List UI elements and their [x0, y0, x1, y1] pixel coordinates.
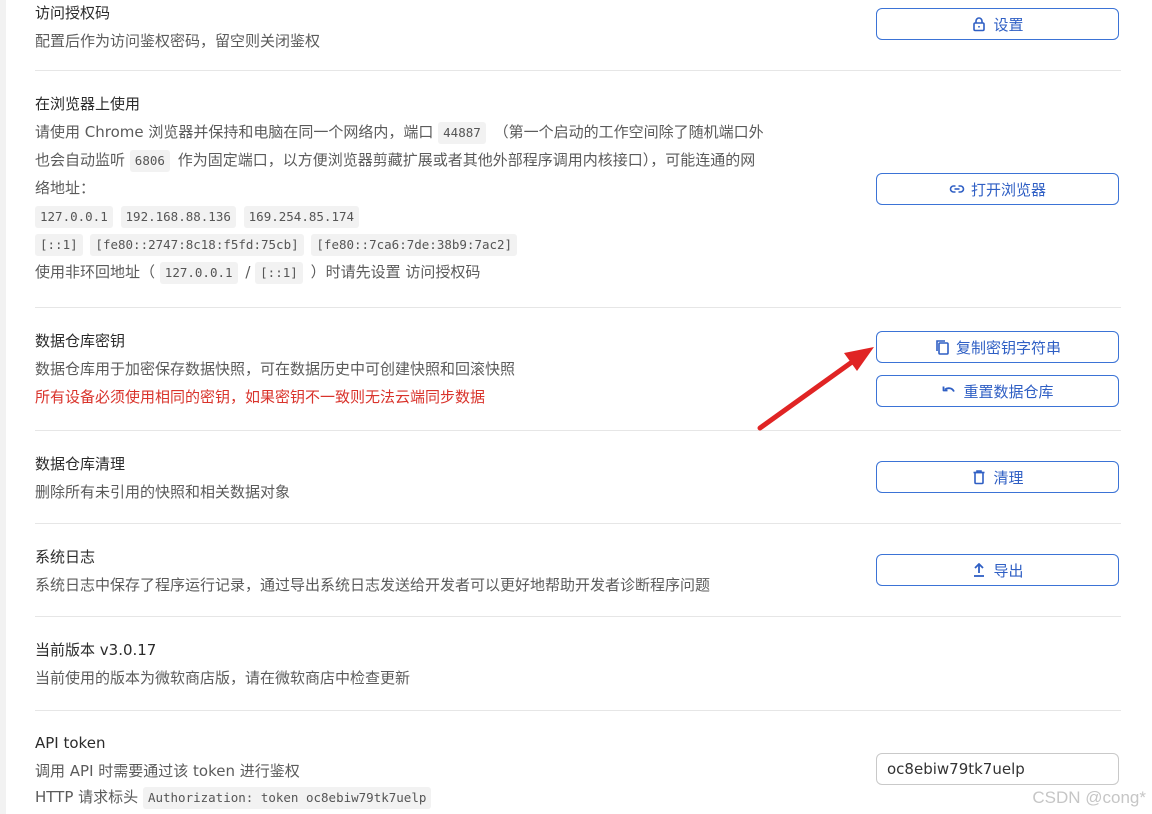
export-logs-button[interactable]: 导出: [876, 554, 1119, 586]
loopback-code: 127.0.0.1: [159, 262, 238, 284]
divider: [35, 710, 1121, 711]
open-browser-button[interactable]: 打开浏览器: [876, 173, 1119, 205]
version-section: 当前版本 v3.0.17 当前使用的版本为微软商店版，请在微软商店中检查更新: [35, 640, 1121, 692]
address-code: 192.168.88.136: [120, 206, 236, 228]
divider: [35, 70, 1121, 71]
random-port-code: 44887: [438, 122, 486, 144]
version-desc: 当前使用的版本为微软商店版，请在微软商店中检查更新: [35, 669, 411, 687]
address-code: [fe80::2747:8c18:f5fd:75cb]: [90, 234, 304, 256]
browser-desc-text: 也会自动监听: [35, 151, 126, 169]
open-browser-label: 打开浏览器: [970, 180, 1046, 199]
trash-icon: [973, 470, 985, 485]
api-token-field[interactable]: [876, 753, 1119, 785]
set-access-code-button[interactable]: 设置: [876, 8, 1119, 40]
loopback-code: [::1]: [255, 262, 303, 284]
copy-icon: [936, 340, 949, 355]
link-icon: [949, 185, 965, 193]
reset-repo-button[interactable]: 重置数据仓库: [876, 375, 1119, 407]
address-row: [::1] [fe80::2747:8c18:f5fd:75cb] [fe80:…: [35, 230, 1121, 258]
address-row: 127.0.0.1 192.168.88.136 169.254.85.174: [35, 202, 1121, 230]
loopback-note-text: ）时请先设置 访问授权码: [310, 263, 481, 281]
upload-icon: [974, 563, 985, 577]
browser-desc-line1: 请使用 Chrome 浏览器并保持和电脑在同一个网络内，端口 44887 （第一…: [35, 118, 1121, 146]
copy-key-button[interactable]: 复制密钥字符串: [876, 331, 1119, 363]
address-code: 127.0.0.1: [35, 206, 113, 228]
lock-icon: [973, 17, 986, 32]
left-edge-bar: [0, 0, 6, 814]
purge-button[interactable]: 清理: [876, 461, 1119, 493]
api-title: API token: [35, 734, 106, 752]
browser-desc-text: 请使用 Chrome 浏览器并保持和电脑在同一个网络内，端口: [35, 123, 434, 141]
fixed-port-code: 6806: [129, 150, 170, 172]
address-code: [::1]: [35, 234, 83, 256]
loopback-note-text: 使用非环回地址（: [35, 263, 156, 281]
divider: [35, 307, 1121, 308]
address-code: 169.254.85.174: [243, 206, 360, 228]
divider: [35, 523, 1121, 524]
browser-desc-text: （第一个启动的工作空间除了随机端口外: [493, 123, 764, 141]
export-logs-label: 导出: [993, 561, 1024, 580]
api-header-row: HTTP 请求标头 Authorization: token oc8ebiw79…: [35, 785, 1121, 809]
watermark: CSDN @cong*: [1032, 788, 1146, 807]
version-title: 当前版本 v3.0.17: [35, 641, 157, 659]
loopback-note: 使用非环回地址（ 127.0.0.1 / [::1] ）时请先设置 访问授权码: [35, 258, 1121, 286]
divider: [35, 430, 1121, 431]
reset-repo-label: 重置数据仓库: [963, 382, 1054, 401]
address-code: [fe80::7ca6:7de:38b9:7ac2]: [311, 234, 518, 256]
browser-desc-line2: 也会自动监听 6806 作为固定端口，以方便浏览器剪藏扩展或者其他外部程序调用内…: [35, 146, 1121, 174]
undo-icon: [943, 386, 956, 392]
divider: [35, 616, 1121, 617]
purge-label: 清理: [993, 468, 1024, 487]
browser-desc-text: 作为固定端口，以方便浏览器剪藏扩展或者其他外部程序调用内核接口），可能连通的网: [177, 151, 756, 169]
api-header-label: HTTP 请求标头: [35, 788, 139, 806]
browser-title: 在浏览器上使用: [35, 95, 141, 113]
api-header-code: Authorization: token oc8ebiw79tk7uelp: [142, 787, 432, 809]
copy-key-label: 复制密钥字符串: [955, 338, 1061, 357]
set-access-code-label: 设置: [993, 15, 1024, 34]
loopback-sep: /: [245, 263, 251, 281]
